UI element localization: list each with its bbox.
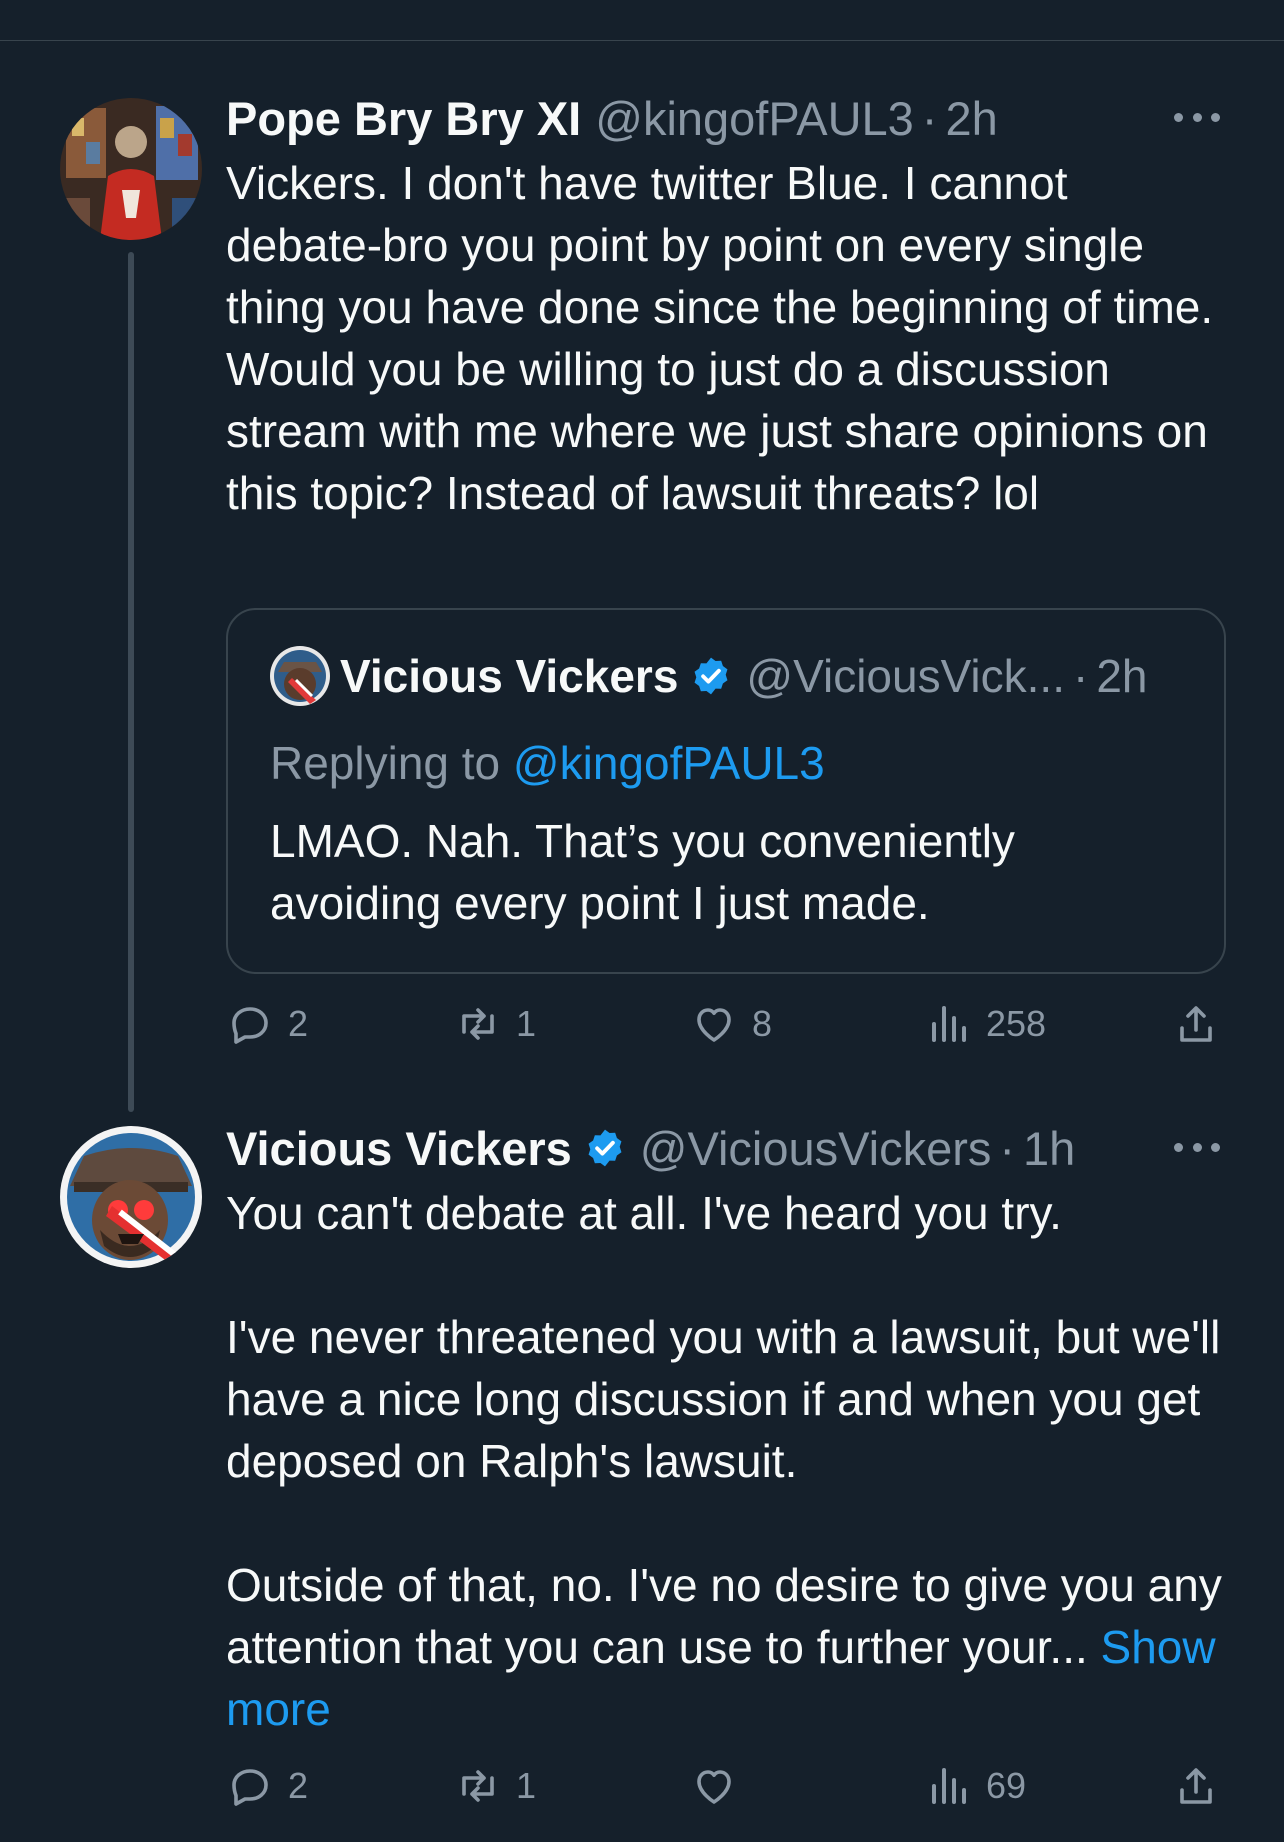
author-name[interactable]: Vicious Vickers bbox=[226, 1121, 572, 1176]
tweet-text-paragraph-2: I've never threatened you with a lawsuit… bbox=[226, 1311, 1234, 1487]
replying-to-handle-link[interactable]: @kingofPAUL3 bbox=[513, 737, 825, 789]
reply-button[interactable]: 2 bbox=[226, 994, 308, 1054]
heart-icon bbox=[697, 1770, 731, 1804]
tweet-text: Vickers. I don't have twitter Blue. I ca… bbox=[226, 157, 1226, 519]
retweet-button[interactable]: 1 bbox=[454, 1756, 536, 1816]
views-button[interactable]: 258 bbox=[924, 994, 1046, 1054]
separator-dot: · bbox=[999, 1121, 1016, 1175]
reply-count: 2 bbox=[288, 1003, 309, 1044]
share-button[interactable] bbox=[1172, 994, 1234, 1054]
views-count: 69 bbox=[986, 1765, 1027, 1806]
verified-badge-icon bbox=[694, 657, 728, 695]
avatar-vicious-vickers[interactable] bbox=[60, 1126, 202, 1268]
tweet-header: Vicious Vickers @ViciousVickers · 1h bbox=[226, 1118, 1075, 1178]
like-button[interactable] bbox=[690, 1756, 752, 1816]
share-upload-icon bbox=[1180, 1006, 1212, 1042]
avatar-vicious-vickers-small bbox=[270, 646, 330, 706]
timestamp[interactable]: 1h bbox=[1023, 1121, 1075, 1176]
top-divider bbox=[0, 40, 1284, 41]
like-count: 8 bbox=[752, 1003, 773, 1044]
quoted-tweet[interactable]: Vicious Vickers @ViciousVick... · 2h Rep… bbox=[226, 608, 1226, 974]
heart-icon bbox=[697, 1008, 731, 1042]
reply-count: 2 bbox=[288, 1765, 309, 1806]
tweet-actions: 2 1 8 258 bbox=[226, 994, 1236, 1054]
retweet-count: 1 bbox=[516, 1765, 537, 1806]
tweet-text-paragraph-3: Outside of that, no. I've no desire to g… bbox=[226, 1554, 1236, 1740]
author-handle[interactable]: @ViciousVickers bbox=[640, 1121, 992, 1176]
tweet-text-paragraph-1: You can't debate at all. I've heard you … bbox=[226, 1187, 1062, 1239]
tweet-text-truncated: Outside of that, no. I've no desire to g… bbox=[226, 1559, 1235, 1673]
views-count: 258 bbox=[986, 1003, 1047, 1044]
avatar-pope-bry-bry[interactable] bbox=[60, 98, 202, 240]
thread-connector-line bbox=[128, 252, 134, 1112]
retweet-button[interactable]: 1 bbox=[454, 994, 536, 1054]
replying-to-label: Replying to bbox=[270, 737, 501, 789]
bar-chart-icon bbox=[932, 1006, 966, 1042]
reply-button[interactable]: 2 bbox=[226, 1756, 308, 1816]
retweet-icon bbox=[462, 1770, 494, 1802]
tweet-header: Pope Bry Bry XI @kingofPAUL3 · 2h bbox=[226, 88, 998, 148]
bar-chart-icon bbox=[932, 1768, 966, 1804]
speech-bubble-icon bbox=[232, 1007, 268, 1044]
quote-text: LMAO. Nah. That’s you conveniently avoid… bbox=[270, 815, 1015, 929]
quote-author-name[interactable]: Vicious Vickers bbox=[340, 649, 678, 703]
views-button[interactable]: 69 bbox=[924, 1756, 1026, 1816]
separator-dot: · bbox=[921, 91, 938, 145]
more-dots-icon[interactable] bbox=[1174, 1132, 1220, 1162]
author-handle[interactable]: @kingofPAUL3 bbox=[595, 91, 914, 146]
quote-author-handle[interactable]: @ViciousVick... bbox=[746, 649, 1065, 703]
quote-timestamp[interactable]: 2h bbox=[1096, 649, 1147, 703]
tweet-actions: 2 1 69 bbox=[226, 1756, 1236, 1816]
verified-badge-icon bbox=[588, 1129, 622, 1167]
quote-header: Vicious Vickers @ViciousVick... · 2h bbox=[270, 646, 1148, 706]
retweet-icon bbox=[462, 1008, 494, 1040]
more-dots-icon[interactable] bbox=[1174, 102, 1220, 132]
like-button[interactable]: 8 bbox=[690, 994, 772, 1054]
replying-to: Replying to @kingofPAUL3 bbox=[270, 736, 825, 790]
timestamp[interactable]: 2h bbox=[945, 91, 997, 146]
speech-bubble-icon bbox=[232, 1769, 268, 1806]
author-name[interactable]: Pope Bry Bry XI bbox=[226, 91, 581, 146]
separator-dot: · bbox=[1073, 650, 1089, 702]
retweet-count: 1 bbox=[516, 1003, 537, 1044]
share-button[interactable] bbox=[1172, 1756, 1234, 1816]
share-upload-icon bbox=[1180, 1768, 1212, 1804]
